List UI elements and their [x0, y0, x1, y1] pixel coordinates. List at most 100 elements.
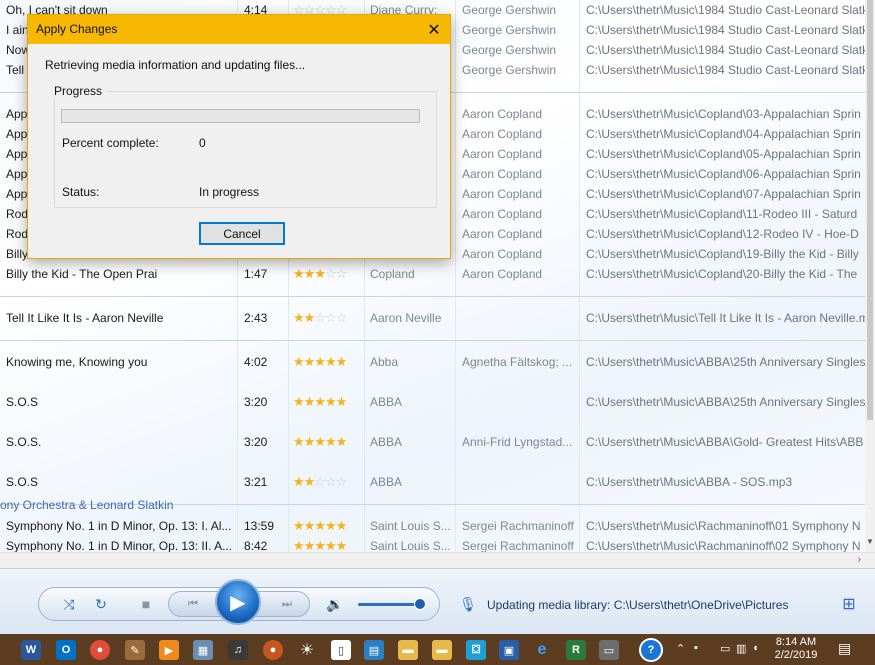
star-icon[interactable]: ★ — [325, 538, 337, 552]
star-icon[interactable]: ★ — [314, 394, 326, 409]
star-icon[interactable]: ☆ — [336, 474, 348, 489]
word-icon[interactable]: W — [21, 640, 41, 660]
rating-stars[interactable]: ★★★★★ — [293, 432, 363, 452]
library-row[interactable]: Billy the Kid - The Open Prai 1:47 Copland… — [0, 264, 865, 284]
album-group-header[interactable]: ony Orchestra & Leonard Slatkin — [0, 495, 173, 515]
star-icon[interactable]: ★ — [314, 434, 326, 449]
star-icon[interactable]: ★ — [336, 354, 348, 369]
star-icon[interactable]: ★ — [336, 518, 348, 533]
star-icon[interactable]: ★ — [304, 518, 316, 533]
star-icon[interactable]: ★ — [304, 394, 316, 409]
volume-icon[interactable]: 🔉 — [324, 593, 346, 615]
rating-stars[interactable]: ★★★★★ — [293, 352, 363, 372]
repeat-icon[interactable]: ↻ — [90, 593, 112, 615]
tray-app-icon[interactable]: ▪ — [694, 642, 698, 654]
star-icon[interactable]: ★ — [304, 354, 316, 369]
edge-icon[interactable]: e — [532, 640, 552, 660]
file-icon[interactable]: ▯ — [331, 640, 351, 660]
outlook-icon[interactable]: O — [56, 640, 76, 660]
star-icon[interactable]: ☆ — [325, 474, 337, 489]
file-explorer-icon[interactable]: ▬ — [398, 640, 418, 660]
star-icon[interactable]: ★ — [293, 434, 305, 449]
star-icon[interactable]: ★ — [325, 354, 337, 369]
star-icon[interactable]: ★ — [304, 310, 316, 325]
control-panel-icon[interactable]: ▤ — [364, 640, 384, 660]
dialog-titlebar[interactable]: Apply Changes ✕ — [28, 15, 450, 44]
media-player-icon[interactable]: ▶ — [159, 640, 179, 660]
library-row[interactable]: Knowing me, Knowing you 4:02 Abba Agnetha F… — [0, 352, 865, 372]
folder-icon[interactable]: ▬ — [432, 640, 452, 660]
star-icon[interactable]: ★ — [293, 518, 305, 533]
star-icon[interactable]: ☆ — [314, 474, 326, 489]
star-icon[interactable]: ★ — [293, 394, 305, 409]
brightness-icon[interactable]: ☀ — [297, 640, 317, 660]
tray-chevron-icon[interactable]: ⌃ — [676, 642, 685, 655]
star-icon[interactable]: ★ — [325, 518, 337, 533]
rating-stars[interactable]: ★★☆☆☆ — [293, 308, 363, 328]
star-icon[interactable]: ★ — [314, 266, 326, 281]
r-icon[interactable]: R — [566, 640, 586, 660]
star-icon[interactable]: ★ — [314, 538, 326, 552]
star-icon[interactable]: ★ — [336, 394, 348, 409]
rating-stars[interactable]: ★★★☆☆ — [293, 264, 363, 284]
star-icon[interactable]: ☆ — [336, 266, 348, 281]
battery-icon[interactable]: ▭ — [720, 642, 730, 655]
star-icon[interactable]: ☆ — [325, 310, 337, 325]
rating-stars[interactable]: ★★★★★ — [293, 516, 363, 536]
scroll-right-icon[interactable]: › — [858, 554, 861, 565]
library-row[interactable]: Symphony No. 1 in D Minor, Op. 13: II. A… — [0, 536, 865, 552]
chrome-icon[interactable]: ● — [90, 640, 110, 660]
star-icon[interactable]: ★ — [293, 266, 305, 281]
switch-view-icon[interactable]: ⊞ — [838, 593, 860, 615]
star-icon[interactable]: ☆ — [325, 266, 337, 281]
volume-slider-knob[interactable] — [414, 598, 426, 610]
star-icon[interactable]: ★ — [304, 538, 316, 552]
star-icon[interactable]: ★ — [325, 394, 337, 409]
library-row[interactable]: S.O.S 3:20 ABBA C:\Users\thetr\Music\ABBA\2… — [0, 392, 865, 412]
scrollbar-thumb[interactable] — [867, 0, 873, 420]
star-icon[interactable]: ★ — [304, 474, 316, 489]
taskbar-clock[interactable]: 8:14 AM 2/2/2019 — [768, 636, 824, 662]
app-icon[interactable]: ▣ — [499, 640, 519, 660]
shuffle-icon[interactable]: ⤨ — [58, 593, 80, 615]
library-row[interactable]: Tell It Like It Is - Aaron Neville 2:43 Aa… — [0, 308, 865, 328]
star-icon[interactable]: ★ — [293, 538, 305, 552]
scroll-down-icon[interactable]: ▼ — [865, 536, 875, 548]
star-icon[interactable]: ★ — [293, 354, 305, 369]
star-icon[interactable]: ☆ — [314, 310, 326, 325]
store-icon[interactable]: ⛋ — [466, 640, 486, 660]
rating-stars[interactable]: ★★★★★ — [293, 392, 363, 412]
paint-icon[interactable]: ✎ — [125, 640, 145, 660]
firefox-icon[interactable]: ● — [263, 640, 283, 660]
play-button[interactable]: ▶ — [215, 579, 261, 625]
star-icon[interactable]: ★ — [325, 434, 337, 449]
star-icon[interactable]: ★ — [336, 434, 348, 449]
monitor-icon[interactable]: ▭ — [599, 640, 619, 660]
star-icon[interactable]: ★ — [304, 266, 316, 281]
network-icon[interactable]: ▥ — [736, 642, 746, 655]
next-icon[interactable]: ⏭ — [272, 594, 302, 614]
star-icon[interactable]: ★ — [314, 354, 326, 369]
audio-editor-icon[interactable]: ♫ — [228, 640, 248, 660]
speaker-icon[interactable]: ◖ — [752, 642, 759, 654]
star-icon[interactable]: ★ — [293, 310, 305, 325]
help-icon[interactable]: ? — [639, 638, 663, 662]
vertical-scrollbar[interactable]: ▼ — [865, 0, 875, 552]
stop-icon[interactable]: ■ — [135, 593, 157, 615]
close-icon[interactable]: ✕ — [418, 15, 450, 44]
rating-stars[interactable]: ★★☆☆☆ — [293, 472, 363, 492]
library-row[interactable]: Symphony No. 1 in D Minor, Op. 13: I. Al… — [0, 516, 865, 536]
horizontal-scrollbar[interactable]: › — [0, 552, 875, 568]
notifications-icon[interactable]: ▤ — [838, 640, 851, 657]
cancel-button[interactable]: Cancel — [199, 222, 285, 245]
star-icon[interactable]: ★ — [314, 518, 326, 533]
photos-icon[interactable]: ▦ — [193, 640, 213, 660]
star-icon[interactable]: ☆ — [336, 310, 348, 325]
star-icon[interactable]: ★ — [304, 434, 316, 449]
previous-icon[interactable]: ⏮ — [178, 594, 208, 614]
star-icon[interactable]: ★ — [336, 538, 348, 552]
rating-stars[interactable]: ★★★★★ — [293, 536, 363, 552]
library-row[interactable]: S.O.S 3:21 ABBA C:\Users\thetr\Music\ABBA -… — [0, 472, 865, 492]
library-row[interactable]: S.O.S. 3:20 ABBA Anni-Frid Lyngstad... C:\Us… — [0, 432, 865, 452]
star-icon[interactable]: ★ — [293, 474, 305, 489]
